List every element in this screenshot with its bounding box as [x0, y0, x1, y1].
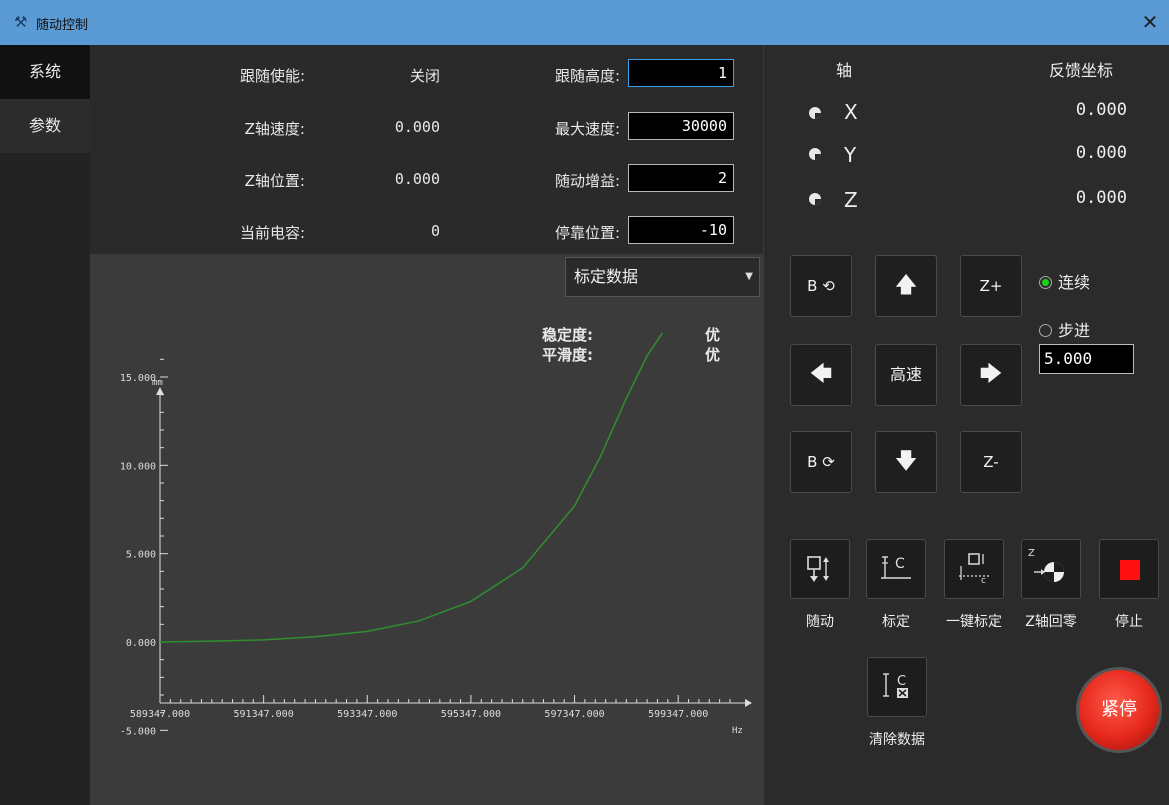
follow-enable-value: 关闭	[409, 67, 440, 85]
radio-selected-icon	[1039, 276, 1052, 289]
z-speed-label: Z轴速度:	[244, 120, 305, 138]
tab-params[interactable]: 参数	[0, 99, 90, 153]
jog-left-button[interactable]: 🡄	[790, 344, 852, 406]
x-tick-label: 597347.000	[544, 709, 604, 720]
svg-text:Z: Z	[1028, 548, 1035, 559]
park-pos-label: 停靠位置:	[554, 224, 620, 242]
axis-y-value: 0.000	[1075, 143, 1127, 163]
y-tick-label: 5.000	[126, 550, 156, 561]
axis-y-indicator-icon	[809, 148, 821, 160]
follow-icon	[807, 556, 829, 582]
y-axis-arrow	[156, 387, 164, 395]
follow-enable-label: 跟随使能:	[239, 67, 305, 85]
axis-z-value: 0.000	[1075, 188, 1127, 208]
clear-data-label: 清除数据	[869, 732, 925, 748]
z-home-label: Z轴回零	[1025, 614, 1077, 630]
follow-gain-label: 随动增益:	[554, 172, 620, 190]
calibrate-button[interactable]: C	[866, 539, 926, 599]
radio-unselected-icon	[1039, 324, 1052, 337]
follow-height-label: 跟随高度:	[554, 67, 620, 85]
axis-z-name: Z	[844, 188, 858, 212]
capacitance-label: 当前电容:	[239, 224, 305, 242]
max-speed-input[interactable]: 30000	[628, 112, 734, 140]
axis-y-name: Y	[844, 143, 857, 167]
mode-step-radio[interactable]: 步进	[1039, 317, 1090, 341]
tab-system[interactable]: 系统	[0, 45, 90, 99]
jog-right-button[interactable]: 🡆	[960, 344, 1022, 406]
x-axis-arrow	[745, 699, 752, 707]
calibrate-icon: C	[881, 556, 911, 579]
title-bar: ⚒ 随动控制 ✕	[0, 0, 1169, 45]
z-speed-value: 0.000	[394, 118, 440, 136]
jog-down-button[interactable]: 🡇	[875, 431, 937, 493]
axis-x-indicator-icon	[809, 107, 821, 119]
x-axis-label: Hz	[732, 726, 743, 736]
y-tick-label: 10.000	[120, 461, 156, 472]
feedback-header: 反馈坐标	[1049, 61, 1114, 80]
jog-up-button[interactable]: 🡅	[875, 255, 937, 317]
x-tick-label: 589347.000	[130, 709, 190, 720]
svg-text:c: c	[981, 576, 986, 586]
z-minus-button[interactable]: Z-	[960, 431, 1022, 493]
close-button[interactable]: ✕	[1138, 10, 1162, 34]
y-tick-label: 0.000	[126, 638, 156, 649]
z-pos-label: Z轴位置:	[244, 172, 305, 190]
stop-button[interactable]	[1099, 539, 1159, 599]
max-speed-label: 最大速度:	[554, 120, 620, 138]
calibrate-label: 标定	[882, 614, 910, 630]
z-home-icon: Z	[1028, 548, 1064, 582]
y-tick-label: 15.000	[120, 373, 156, 384]
b-ccw-button[interactable]: B ⟲	[790, 255, 852, 317]
follow-label: 随动	[806, 614, 834, 630]
svg-text:C: C	[895, 556, 905, 572]
axis-z-indicator-icon	[809, 193, 821, 205]
follow-height-input[interactable]: 1	[628, 59, 734, 87]
y-tick-label: -5.000	[120, 726, 156, 737]
x-tick-label: 595347.000	[441, 709, 501, 720]
svg-text:C: C	[897, 674, 906, 689]
calibration-chart-area: 标定数据 ▼ 稳定度: 优 平滑度: 优 589347.000 591347.00…	[90, 254, 763, 805]
one-key-calibrate-label: 一键标定	[946, 614, 1002, 630]
z-pos-value: 0.000	[394, 170, 440, 188]
step-size-input[interactable]: 5.000	[1039, 344, 1134, 374]
window-title: 随动控制	[36, 18, 89, 33]
park-pos-input[interactable]: -10	[628, 216, 734, 244]
mode-continuous-radio[interactable]: 连续	[1039, 269, 1090, 293]
one-key-calibrate-button[interactable]: c	[944, 539, 1004, 599]
x-tick-label: 599347.000	[648, 709, 708, 720]
calibration-curve-chart: 589347.000 591347.000 593347.000 595347.000…	[120, 332, 752, 737]
x-tick-label: 591347.000	[234, 709, 294, 720]
side-tabs: 系统 参数	[0, 45, 90, 805]
stop-square-icon	[1120, 560, 1140, 580]
capacitance-value: 0	[430, 222, 440, 240]
mode-step-label: 步进	[1058, 321, 1091, 340]
right-panel: 轴 反馈坐标 X 0.000 Y 0.000 Z 0.000 B ⟲ 🡅 Z+ …	[763, 45, 1169, 805]
axis-header: 轴	[836, 61, 853, 80]
high-speed-button[interactable]: 高速	[875, 344, 937, 406]
axis-x-value: 0.000	[1075, 100, 1127, 120]
clear-data-button[interactable]: C	[867, 657, 927, 717]
y-axis-label: mm	[152, 378, 163, 388]
one-key-calibrate-icon: c	[959, 553, 989, 586]
axis-x-name: X	[844, 100, 858, 124]
app-logo-icon: ⚒	[14, 13, 28, 31]
emergency-stop-button[interactable]: 紧停	[1076, 667, 1162, 753]
z-home-button[interactable]: Z	[1021, 539, 1081, 599]
follow-gain-input[interactable]: 2	[628, 164, 734, 192]
mode-continuous-label: 连续	[1058, 273, 1091, 292]
z-plus-button[interactable]: Z+	[960, 255, 1022, 317]
clear-data-icon: C	[883, 673, 908, 698]
follow-button[interactable]	[790, 539, 850, 599]
params-panel: 跟随使能: 关闭 Z轴速度: 0.000 Z轴位置: 0.000 当前电容: 0…	[90, 45, 763, 254]
b-cw-button[interactable]: B ⟳	[790, 431, 852, 493]
x-tick-label: 593347.000	[337, 709, 397, 720]
stop-label: 停止	[1115, 614, 1143, 630]
calibration-curve-line	[159, 332, 664, 643]
